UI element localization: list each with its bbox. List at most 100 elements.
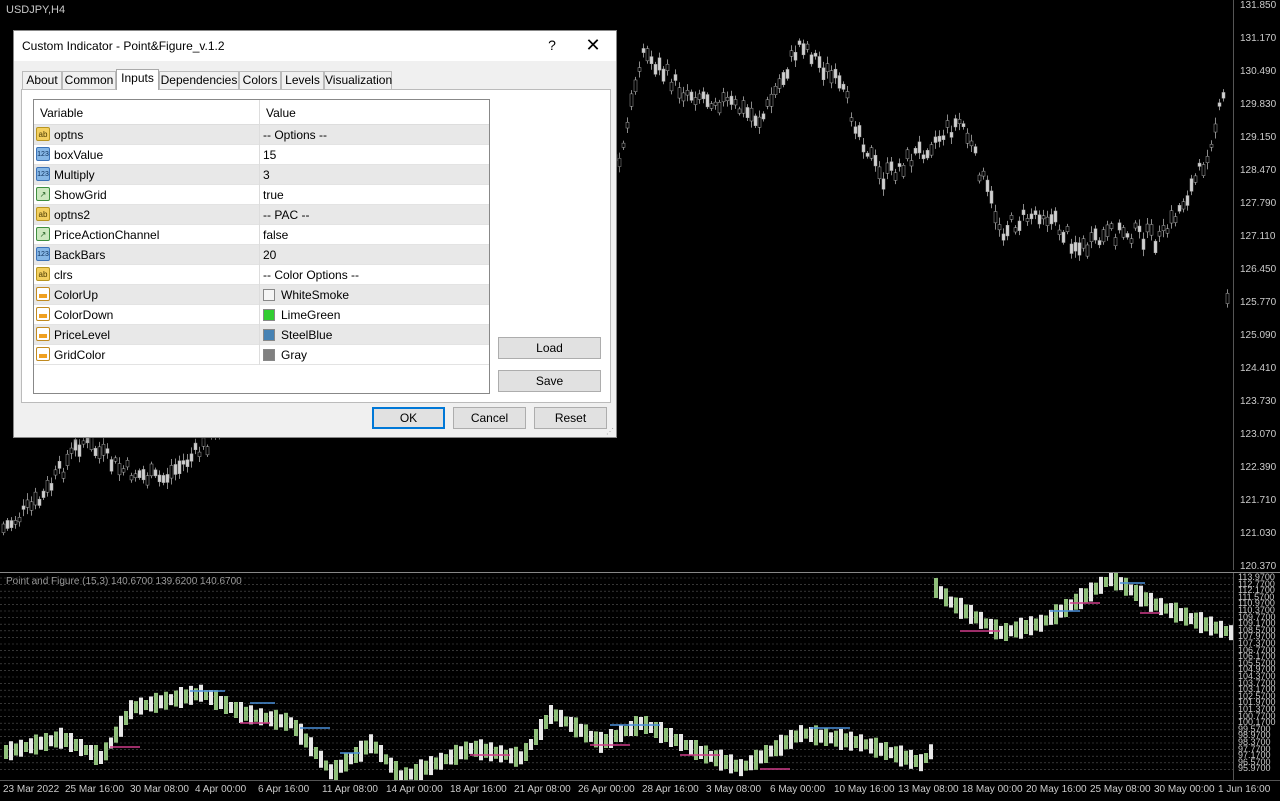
pf-column — [739, 759, 743, 777]
pf-column — [219, 696, 223, 709]
time-label: 3 May 08:00 — [706, 784, 762, 795]
tab-inputs[interactable]: Inputs — [116, 69, 159, 90]
candle-body — [761, 113, 766, 120]
candle-body — [1173, 216, 1178, 223]
save-button[interactable]: Save — [498, 370, 601, 392]
candle-body — [1189, 178, 1194, 192]
resize-grip-icon[interactable]: ⋰ — [606, 427, 614, 436]
input-row-optns[interactable]: ab optns -- Options -- — [34, 125, 489, 145]
header-value[interactable]: Value — [266, 106, 296, 120]
variable-value[interactable]: true — [263, 188, 284, 202]
variable-value[interactable]: 3 — [263, 168, 270, 182]
pf-column — [384, 754, 388, 765]
pf-column — [684, 740, 688, 750]
pf-column — [1094, 582, 1098, 595]
candle-body — [881, 178, 886, 190]
time-label: 14 Apr 00:00 — [386, 784, 443, 795]
price-axis[interactable]: 131.850 131.170 130.490 129.830 129.150 128.4… — [1233, 0, 1280, 572]
bool-type-icon: ↗ — [36, 187, 50, 201]
color-swatch[interactable] — [263, 329, 275, 341]
pf-column — [709, 750, 713, 762]
pf-column — [604, 734, 608, 748]
variable-value[interactable]: -- Color Options -- — [263, 268, 359, 282]
color-swatch[interactable] — [263, 349, 275, 361]
input-row-colorup[interactable]: ColorUp WhiteSmoke — [34, 285, 489, 305]
candle-body — [21, 505, 26, 510]
candle-body — [201, 437, 206, 447]
input-row-multiply[interactable]: 123 Multiply 3 — [34, 165, 489, 185]
pf-column — [839, 729, 843, 750]
tab-colors[interactable]: Colors — [239, 71, 281, 89]
pf-column — [589, 730, 593, 742]
variable-value[interactable]: SteelBlue — [281, 328, 332, 342]
variable-name: boxValue — [54, 148, 104, 162]
time-axis[interactable]: 23 Mar 2022 25 Mar 16:00 30 Mar 08:00 4 Apr… — [0, 780, 1280, 801]
pf-column — [1129, 584, 1133, 596]
close-icon[interactable]: ✕ — [582, 35, 604, 57]
reset-button[interactable]: Reset — [534, 407, 607, 429]
pf-column — [1214, 621, 1218, 634]
input-row-clrs[interactable]: ab clrs -- Color Options -- — [34, 265, 489, 285]
input-row-optns2[interactable]: ab optns2 -- PAC -- — [34, 205, 489, 225]
candle-body — [637, 67, 642, 72]
variable-value[interactable]: -- Options -- — [263, 128, 327, 142]
candle-body — [1001, 233, 1006, 241]
tab-common[interactable]: Common — [62, 71, 116, 89]
variable-value[interactable]: 15 — [263, 148, 276, 162]
chart-symbol: USDJPY,H4 — [6, 4, 66, 16]
pf-column — [54, 731, 58, 748]
input-row-gridcolor[interactable]: GridColor Gray — [34, 345, 489, 365]
header-variable[interactable]: Variable — [40, 106, 83, 120]
indicator-pane[interactable]: Point and Figure (15,3) 140.6700 139.620… — [0, 572, 1280, 781]
candle-body — [157, 474, 162, 483]
candle-body — [1201, 164, 1206, 176]
pf-column — [1099, 576, 1103, 594]
dialog-titlebar[interactable]: Custom Indicator - Point&Figure_v.1.2 ? … — [14, 31, 616, 61]
color-swatch[interactable] — [263, 289, 275, 301]
tab-about[interactable]: About — [22, 71, 62, 89]
pf-column — [1219, 620, 1223, 638]
load-button[interactable]: Load — [498, 337, 601, 359]
input-row-backbars[interactable]: 123 BackBars 20 — [34, 245, 489, 265]
cancel-button[interactable]: Cancel — [453, 407, 526, 429]
candle-body — [1197, 162, 1202, 167]
input-row-showgrid[interactable]: ↗ ShowGrid true — [34, 185, 489, 205]
pf-column — [239, 702, 243, 723]
candle-body — [1097, 240, 1102, 246]
candle-body — [789, 50, 794, 57]
candle-body — [1013, 227, 1018, 233]
pf-column — [794, 730, 798, 743]
tab-levels[interactable]: Levels — [281, 71, 324, 89]
pf-column — [24, 742, 28, 752]
pf-column — [934, 578, 938, 598]
variable-name: ShowGrid — [54, 188, 107, 202]
variable-value[interactable]: LimeGreen — [281, 308, 340, 322]
indicator-price-axis[interactable]: 113.9700 112.7700 112.1700 111.5700 110.9700… — [1233, 573, 1280, 781]
tab-visualization[interactable]: Visualization — [324, 71, 392, 89]
pf-column — [189, 685, 193, 705]
pf-column — [1209, 616, 1213, 636]
color-swatch[interactable] — [263, 309, 275, 321]
variable-value[interactable]: Gray — [281, 348, 307, 362]
pf-column — [1104, 577, 1108, 587]
variable-value[interactable]: -- PAC -- — [263, 208, 309, 222]
candle-body — [133, 473, 138, 478]
ok-button[interactable]: OK — [372, 407, 445, 429]
input-row-boxvalue[interactable]: 123 boxValue 15 — [34, 145, 489, 165]
input-row-colordown[interactable]: ColorDown LimeGreen — [34, 305, 489, 325]
input-row-priceactionchannel[interactable]: ↗ PriceActionChannel false — [34, 225, 489, 245]
pf-column — [339, 759, 343, 773]
variable-value[interactable]: 20 — [263, 248, 276, 262]
candle-body — [1109, 223, 1114, 229]
pf-column — [984, 618, 988, 629]
variable-value[interactable]: false — [263, 228, 288, 242]
candle-body — [653, 64, 658, 75]
input-row-pricelevel[interactable]: PriceLevel SteelBlue — [34, 325, 489, 345]
pf-column — [614, 730, 618, 742]
tab-dependencies[interactable]: Dependencies — [159, 71, 239, 89]
pf-column — [89, 745, 93, 760]
candle-body — [153, 469, 158, 477]
variable-value[interactable]: WhiteSmoke — [281, 288, 349, 302]
help-button[interactable]: ? — [542, 37, 562, 55]
candle-body — [205, 446, 210, 456]
